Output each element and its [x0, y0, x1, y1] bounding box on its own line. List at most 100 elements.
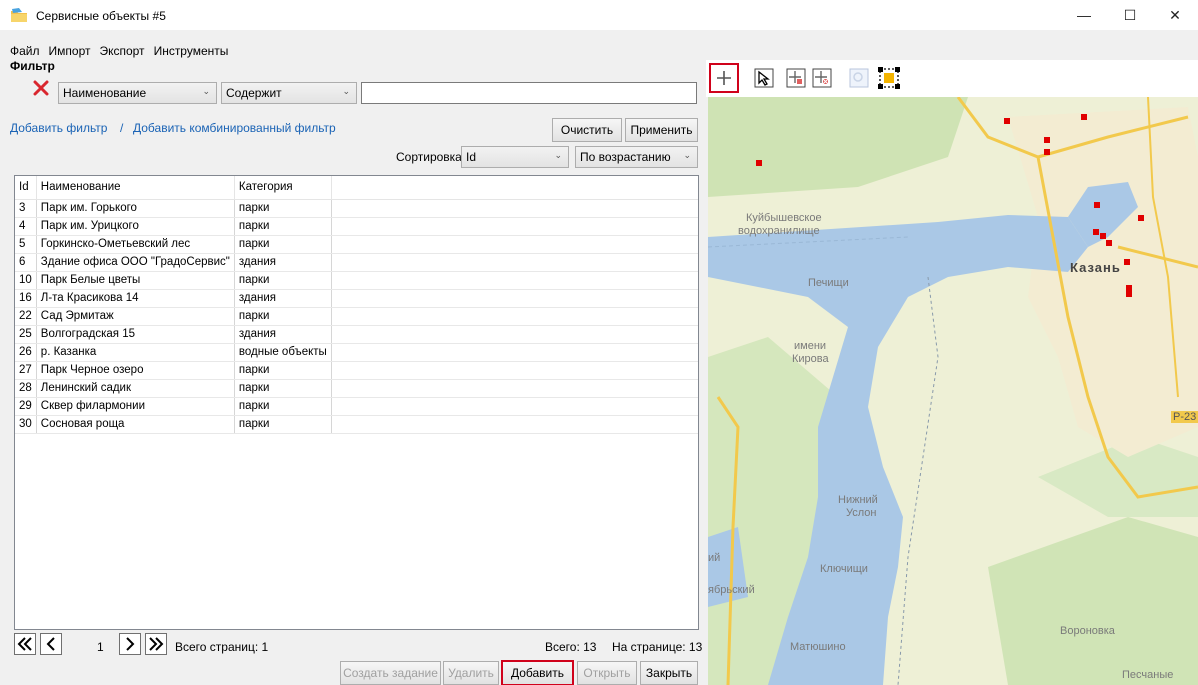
table-row[interactable]: 22 Сад Эрмитаж парки [15, 307, 698, 326]
cell-name: Горкинско-Ометьевский лес [36, 235, 235, 254]
map-label-reservoir-2: водохранилище [738, 225, 820, 237]
table-row[interactable]: 3 Парк им. Горького парки [15, 199, 698, 218]
prev-page-button[interactable] [40, 633, 62, 655]
open-button[interactable]: Открыть [577, 661, 637, 685]
close-window-button[interactable]: ✕ [1152, 0, 1198, 30]
menu-bar: Файл Импорт Экспорт Инструменты [0, 44, 237, 60]
cell-name: Сад Эрмитаж [36, 307, 235, 326]
window-title: Сервисные объекты #5 [36, 9, 166, 23]
table-row[interactable]: 16 Л-та Красикова 14 здания [15, 289, 698, 308]
add-combined-filter-link[interactable]: Добавить комбинированный фильтр [133, 121, 336, 135]
table-row[interactable]: 10 Парк Белые цветы парки [15, 271, 698, 290]
minimize-button[interactable]: — [1061, 0, 1107, 30]
object-marker[interactable] [1044, 137, 1050, 143]
select-tool[interactable] [752, 66, 776, 90]
object-marker[interactable] [1124, 259, 1130, 265]
table-row[interactable]: 5 Горкинско-Ометьевский лес парки [15, 235, 698, 254]
table-row[interactable]: 29 Сквер филармонии парки [15, 397, 698, 416]
column-header-id[interactable]: Id [15, 176, 37, 200]
remove-filter-icon[interactable] [33, 80, 49, 96]
map-view[interactable]: Куйбышевское водохранилище Казань Печищи… [708, 97, 1198, 685]
plus-icon [717, 71, 731, 85]
add-filter-link[interactable]: Добавить фильтр [10, 121, 107, 135]
cell-name: Сквер филармонии [36, 397, 235, 416]
cell-category: водные объекты [234, 343, 332, 362]
object-marker[interactable] [756, 160, 762, 166]
cell-id: 30 [15, 415, 37, 434]
cell-id: 6 [15, 253, 37, 272]
cell-id: 28 [15, 379, 37, 398]
cell-name: Ленинский садик [36, 379, 235, 398]
cursor-select-icon [754, 68, 774, 88]
maximize-button[interactable]: ☐ [1107, 0, 1153, 30]
next-page-button[interactable] [119, 633, 141, 655]
map-toolbar [706, 60, 1198, 97]
apply-button[interactable]: Применить [625, 118, 698, 142]
column-header-category[interactable]: Категория [234, 176, 332, 200]
map-label-road: Р-23 [1171, 411, 1198, 423]
cell-filler [331, 289, 698, 308]
chevron-down-icon: ⌄ [342, 86, 350, 96]
chevron-down-icon: ⌄ [202, 86, 210, 96]
cell-id: 29 [15, 397, 37, 416]
menu-export[interactable]: Экспорт [99, 44, 144, 60]
close-button[interactable]: Закрыть [640, 661, 698, 685]
map-label-kirova: Кирова [792, 353, 829, 365]
column-header-filler [331, 176, 698, 200]
object-marker[interactable] [1100, 233, 1106, 239]
per-page-text: На странице: 13 [612, 640, 703, 654]
object-marker[interactable] [1004, 118, 1010, 124]
cell-filler [331, 397, 698, 416]
current-page: 1 [97, 640, 104, 654]
filter-field-select[interactable]: Наименование ⌄ [58, 82, 217, 104]
title-bar: Сервисные объекты #5 — ☐ ✕ [0, 0, 1198, 30]
create-task-button[interactable]: Создать задание [340, 661, 441, 685]
sort-direction-select[interactable]: По возрастанию ⌄ [575, 146, 698, 168]
sort-field-select[interactable]: Id ⌄ [461, 146, 569, 168]
object-marker[interactable] [1106, 240, 1112, 246]
delete-button[interactable]: Удалить [443, 661, 499, 685]
menu-file[interactable]: Файл [10, 44, 40, 60]
table-row[interactable]: 28 Ленинский садик парки [15, 379, 698, 398]
table-row[interactable]: 6 Здание офиса ООО "ГрадоСервис" здания [15, 253, 698, 272]
map-label-voronovka: Вороновка [1060, 625, 1115, 637]
cell-filler [331, 325, 698, 344]
add-button[interactable]: Добавить [501, 660, 574, 685]
double-chevron-left-icon [17, 637, 32, 651]
objects-table[interactable]: Id Наименование Категория 3 Парк им. Горь… [14, 175, 699, 630]
object-marker[interactable] [1093, 229, 1099, 235]
table-row[interactable]: 4 Парк им. Урицкого парки [15, 217, 698, 236]
chevron-right-icon [126, 637, 135, 651]
column-header-name[interactable]: Наименование [36, 176, 235, 200]
object-marker[interactable] [1081, 114, 1087, 120]
clear-button[interactable]: Очистить [552, 118, 622, 142]
menu-tools[interactable]: Инструменты [154, 44, 229, 60]
remove-point-tool[interactable] [810, 66, 834, 90]
filter-operator-select[interactable]: Содержит ⌄ [221, 82, 357, 104]
map-label-matyushino: Матюшино [790, 641, 846, 653]
table-row[interactable]: 26 р. Казанка водные объекты [15, 343, 698, 362]
map-label-kazan: Казань [1070, 260, 1121, 275]
object-marker[interactable] [1044, 149, 1050, 155]
table-row[interactable]: 30 Сосновая роща парки [15, 415, 698, 434]
table-row[interactable]: 27 Парк Черное озеро парки [15, 361, 698, 380]
table-row[interactable]: 25 Волгоградская 15 здания [15, 325, 698, 344]
menu-import[interactable]: Импорт [49, 44, 91, 60]
filter-value-input[interactable] [361, 82, 697, 104]
object-marker[interactable] [1126, 291, 1132, 297]
map-background [708, 97, 1198, 685]
zoom-tool[interactable] [847, 66, 871, 90]
fit-extent-tool[interactable] [877, 66, 901, 90]
object-marker[interactable] [1138, 215, 1144, 221]
add-object-tool[interactable] [709, 63, 739, 93]
cell-id: 22 [15, 307, 37, 326]
last-page-button[interactable] [145, 633, 167, 655]
cell-id: 4 [15, 217, 37, 236]
first-page-button[interactable] [14, 633, 36, 655]
cell-name: Сосновая роща [36, 415, 235, 434]
object-marker[interactable] [1094, 202, 1100, 208]
cell-filler [331, 379, 698, 398]
add-point-tool[interactable] [784, 66, 808, 90]
filter-field-value: Наименование [63, 86, 147, 100]
cell-id: 25 [15, 325, 37, 344]
